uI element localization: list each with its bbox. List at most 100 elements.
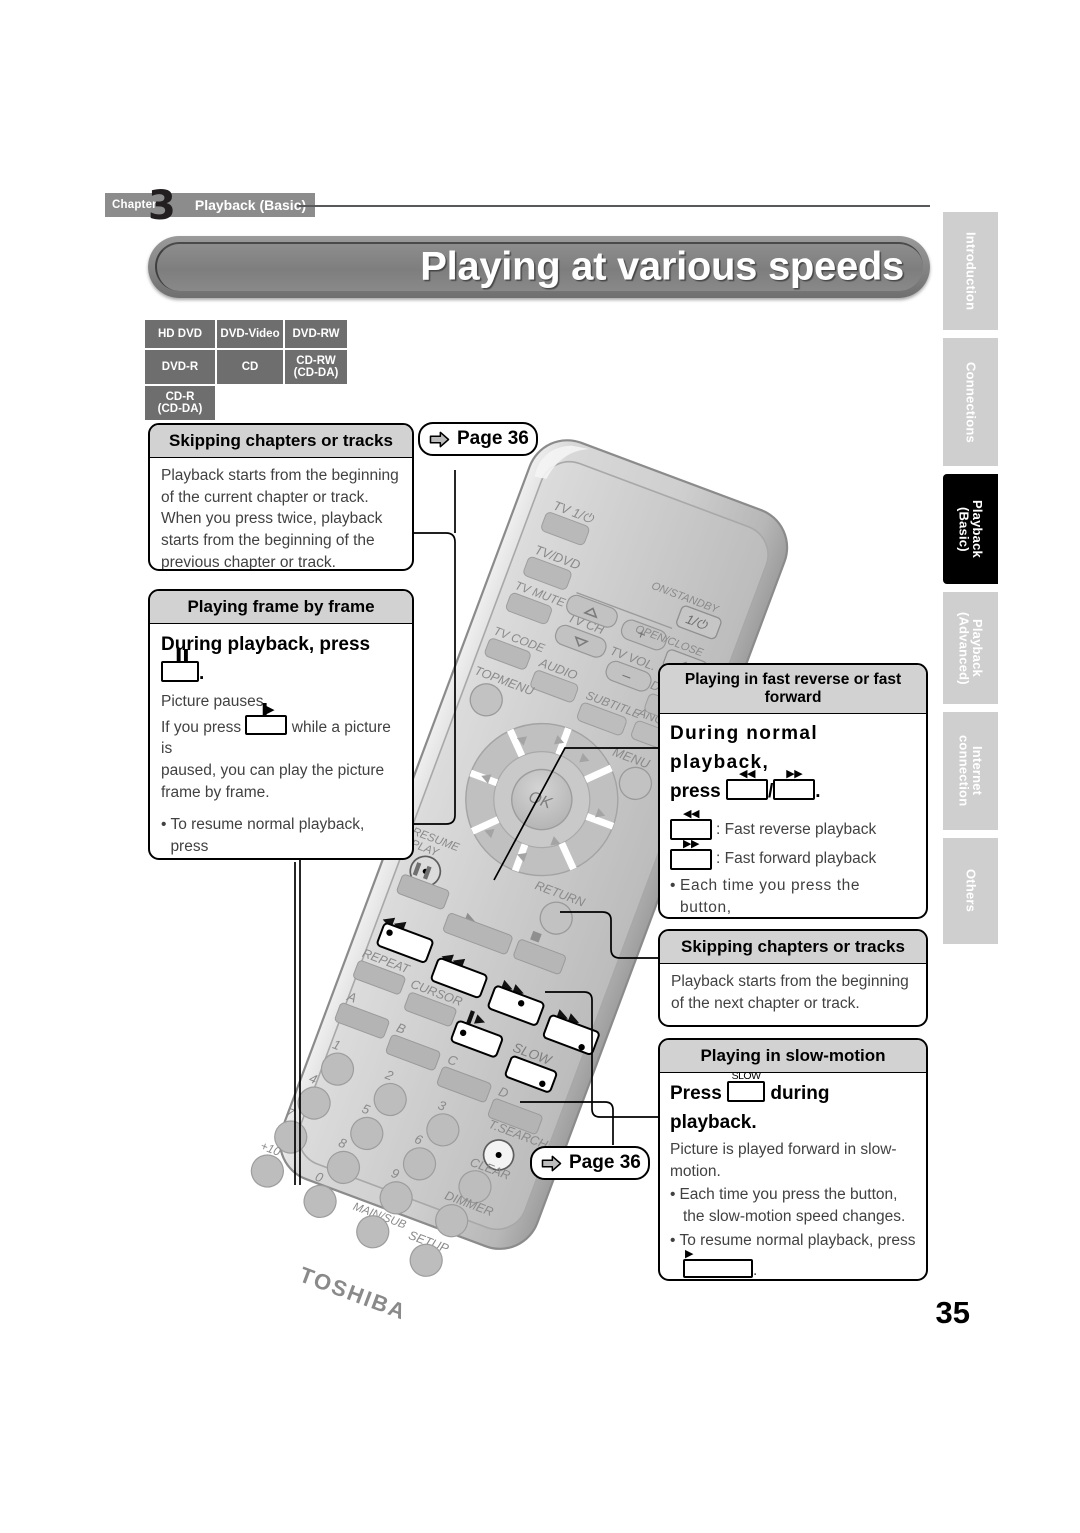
key-slow: SLOW bbox=[727, 1071, 766, 1102]
arrow-right-icon bbox=[429, 431, 450, 447]
instruction-line: Press SLOW during playback. bbox=[670, 1071, 916, 1137]
section-tab-rail: Introduction Connections Playback (Basic… bbox=[943, 212, 998, 952]
box-title: Playing frame by frame bbox=[150, 591, 412, 624]
bullet-text: Each time you press the button, bbox=[680, 876, 861, 916]
box-title: Playing in fast reverse or fast forward bbox=[660, 665, 926, 714]
body-text: If you press bbox=[161, 718, 242, 736]
body-line: Playback starts from the beginning bbox=[161, 467, 399, 484]
key-fast-forward: ▶▶ bbox=[773, 769, 816, 800]
bullet-dot: • bbox=[670, 1186, 676, 1204]
tab-label: Introduction bbox=[963, 231, 979, 311]
tab-label: Others bbox=[963, 869, 979, 913]
box-skip-next: Skipping chapters or tracks Playback sta… bbox=[658, 929, 928, 1027]
bullet-dot: • bbox=[670, 876, 677, 894]
key-glyph: ◀◀ bbox=[683, 808, 699, 821]
key-glyph: ◀◀ bbox=[739, 768, 755, 780]
body-line-with-key: If you press ▐▶ while a picture is bbox=[161, 704, 401, 760]
box-frame-by-frame: Playing frame by frame During playback, … bbox=[148, 589, 414, 860]
legend-text: : Fast forward playback bbox=[716, 850, 877, 868]
bullet-item: • To resume normal playback, press bbox=[670, 1230, 916, 1252]
body-line: previous chapter or track. bbox=[161, 553, 336, 571]
tab-label: Playback (Basic) bbox=[956, 500, 986, 558]
key-pause: ▐▐ bbox=[161, 650, 199, 682]
key-cap bbox=[161, 660, 199, 682]
bullet-item: • Each time you press the button, bbox=[670, 1184, 916, 1206]
tab-label: Playback (Advanced) bbox=[956, 611, 986, 685]
body-line: frame by frame. bbox=[161, 783, 270, 801]
sidebar-tab-internet-connection[interactable]: Internet connection bbox=[943, 712, 998, 830]
chapter-number: 3 bbox=[148, 183, 176, 229]
key-glyph: SLOW bbox=[731, 1070, 761, 1082]
key-glyph: ▶ bbox=[685, 1248, 693, 1261]
instruction-end: . bbox=[199, 662, 205, 684]
manual-page: Chapter Playback (Basic) 3 Playing at va… bbox=[0, 0, 1080, 1528]
body-line: Picture is played forward in slow- bbox=[670, 1141, 897, 1158]
box-body: During normal playback, press ◀◀ / ▶▶ . … bbox=[660, 714, 926, 919]
body-line: When you press twice, playback bbox=[161, 510, 383, 528]
sidebar-tab-connections[interactable]: Connections bbox=[943, 338, 998, 466]
key-fast-reverse: ◀◀ bbox=[725, 769, 768, 800]
bullet-text: Each time you press the button, bbox=[679, 1186, 898, 1204]
sidebar-tab-introduction[interactable]: Introduction bbox=[943, 212, 998, 330]
box-skip-previous: Skipping chapters or tracks Playback sta… bbox=[148, 423, 414, 571]
body-line: paused, you can play the picture bbox=[161, 762, 385, 780]
key-play: ▶ bbox=[683, 1249, 753, 1279]
instruction-line: During playback, press ▐▐ . bbox=[161, 631, 401, 688]
key-cap bbox=[773, 779, 816, 800]
key-cap bbox=[683, 1259, 753, 1279]
sidebar-tab-others[interactable]: Others bbox=[943, 838, 998, 944]
key-glyph: ▐▶ bbox=[258, 703, 275, 716]
bullet-dot: • bbox=[161, 816, 167, 834]
legend-row-forward: ▶▶ : Fast forward playback bbox=[670, 838, 916, 870]
sidebar-tab-playback-advanced[interactable]: Playback (Advanced) bbox=[943, 592, 998, 704]
bullet-text: To resume normal playback, press bbox=[170, 816, 365, 856]
box-body: Press SLOW during playback. Picture is p… bbox=[660, 1071, 926, 1280]
tab-label: Connections bbox=[963, 361, 979, 443]
key-cap bbox=[245, 714, 288, 735]
legend-row-reverse: ◀◀ : Fast reverse playback bbox=[670, 809, 916, 841]
remote-brand-label: TOSHIBA bbox=[296, 1262, 410, 1325]
page-link-callout-bottom[interactable]: Page 36 bbox=[530, 1146, 650, 1180]
instruction-text: press bbox=[670, 781, 721, 802]
bullet-text: To resume normal playback, press bbox=[679, 1231, 916, 1249]
tab-label: Internet connection bbox=[956, 735, 986, 807]
key-glyph: ▐▐ bbox=[172, 649, 188, 662]
body-line: the playback speed changes. bbox=[670, 918, 916, 919]
key-cap bbox=[725, 779, 768, 800]
body-line: starts from the beginning of the bbox=[161, 532, 375, 550]
key-step: ▐▶ bbox=[245, 704, 288, 735]
key-cap bbox=[727, 1081, 766, 1102]
box-body: Playback starts from the beginning of th… bbox=[660, 964, 926, 1023]
page-number: 35 bbox=[935, 1295, 970, 1330]
bullet-key-line: ▶ . bbox=[670, 1249, 916, 1280]
body-line: of the next chapter or track. bbox=[671, 994, 860, 1012]
bullet-item: • Each time you press the button, bbox=[670, 875, 916, 917]
sidebar-tab-playback-basic[interactable]: Playback (Basic) bbox=[943, 474, 998, 584]
box-title: Playing in slow-motion bbox=[660, 1040, 926, 1073]
body-line: the slow-motion speed changes. bbox=[683, 1208, 906, 1226]
bullet-text-end: . bbox=[753, 1262, 758, 1280]
box-fast-forward-reverse: Playing in fast reverse or fast forward … bbox=[658, 663, 928, 919]
box-body: During playback, press ▐▐ . Picture paus… bbox=[150, 624, 412, 858]
page-link-callout-top[interactable]: Page 36 bbox=[418, 422, 538, 456]
body-line: Playback starts from the beginning bbox=[671, 973, 909, 990]
instruction-line-2: press ◀◀ / ▶▶ . bbox=[670, 769, 916, 807]
box-body: Playback starts from the beginning of th… bbox=[150, 458, 412, 571]
key-cap bbox=[670, 848, 712, 870]
key-glyph: ▶▶ bbox=[683, 837, 699, 850]
box-title: Skipping chapters or tracks bbox=[660, 931, 926, 964]
key-fast-forward: ▶▶ bbox=[670, 838, 712, 870]
page-link-label: Page 36 bbox=[569, 1152, 641, 1173]
instruction-text: Press bbox=[670, 1083, 722, 1104]
box-slow-motion: Playing in slow-motion Press SLOW during… bbox=[658, 1038, 928, 1281]
key-glyph: ▶ bbox=[174, 856, 244, 858]
body-line: motion. bbox=[670, 1162, 721, 1180]
box-title: Skipping chapters or tracks bbox=[150, 425, 412, 458]
body-line: of the current chapter or track. bbox=[161, 488, 369, 506]
key-glyph: ▶▶ bbox=[786, 768, 803, 780]
instruction-end: . bbox=[815, 781, 821, 802]
page-link-label: Page 36 bbox=[457, 428, 529, 449]
bullet-dot: • bbox=[670, 1231, 676, 1249]
bullet-item: • To resume normal playback, press bbox=[161, 814, 401, 857]
arrow-right-icon bbox=[541, 1155, 562, 1171]
